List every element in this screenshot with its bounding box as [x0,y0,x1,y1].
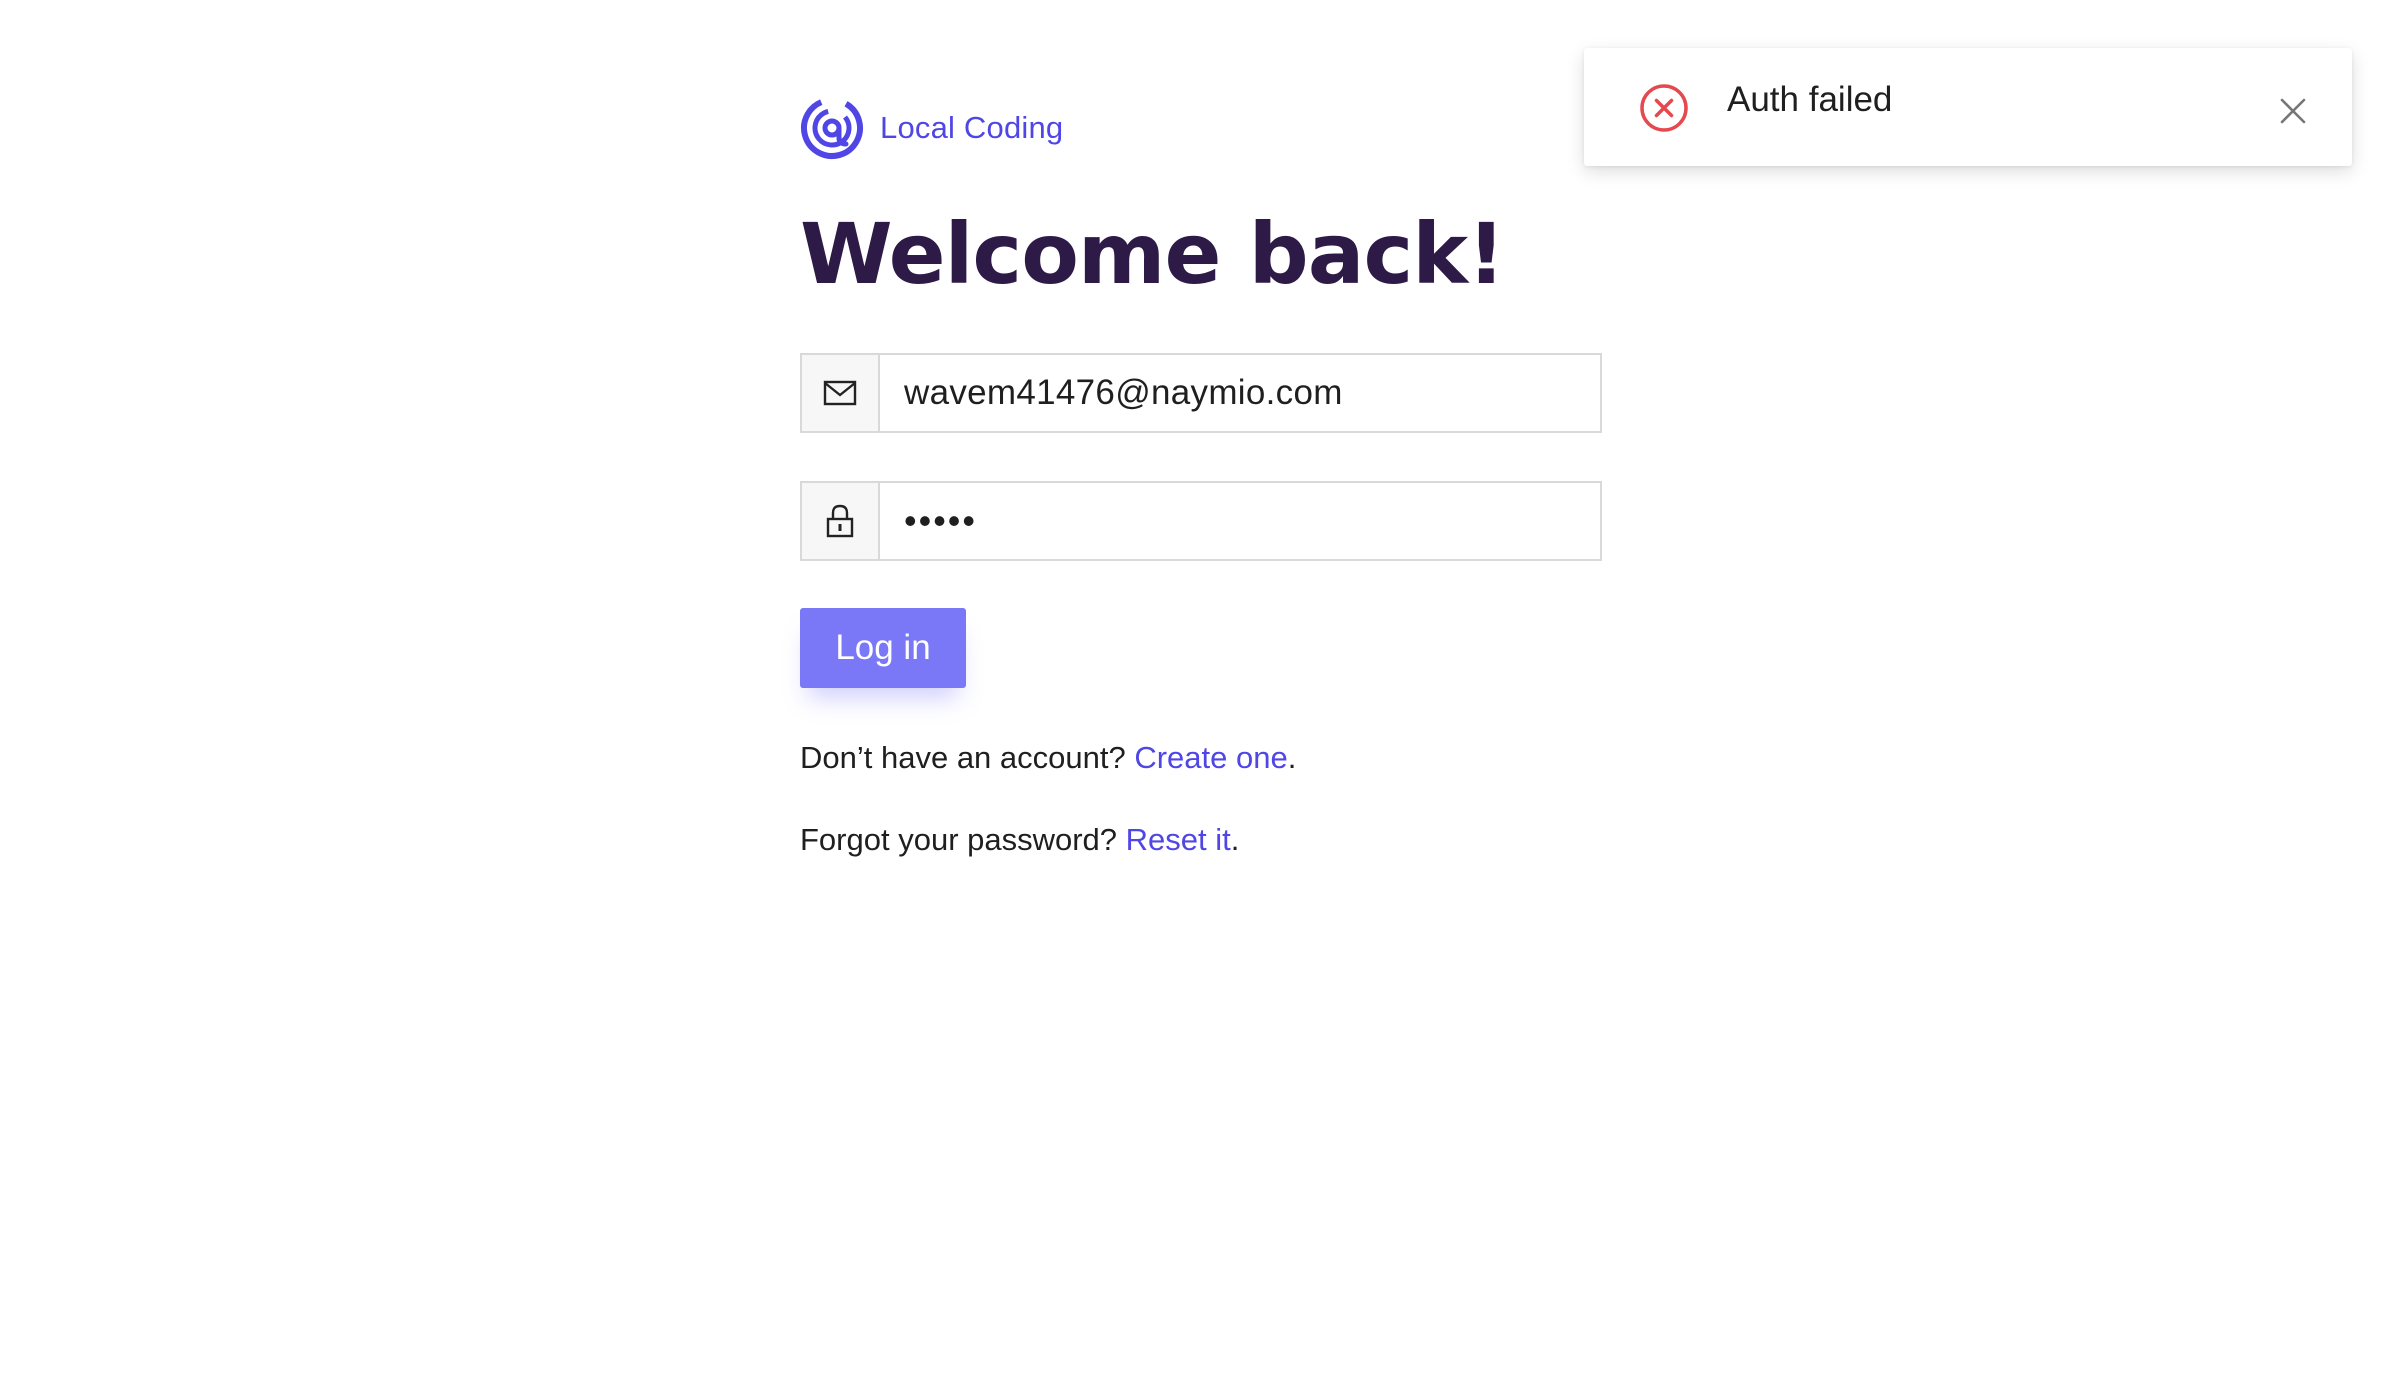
reset-suffix: . [1230,822,1240,857]
page-title: Welcome back! [800,205,1505,303]
signup-prompt: Don’t have an account? [800,740,1135,775]
reset-line: Forgot your password? Reset it. [800,822,1239,858]
target-at-logo-icon [801,97,863,160]
password-field-icon-box [802,483,880,559]
create-account-link[interactable]: Create one [1134,740,1287,775]
login-button[interactable]: Log in [800,608,966,688]
login-page: Local Coding Welcome back! ••••• [0,0,2400,1396]
password-input[interactable]: ••••• [880,483,1600,559]
error-toast: Auth failed [1584,48,2352,166]
signup-suffix: . [1287,740,1297,775]
error-circle-x-icon [1640,84,1688,132]
toast-message: Auth failed [1727,80,1893,119]
signup-line: Don’t have an account? Create one. [800,740,1296,776]
lock-icon [826,504,854,538]
email-field [800,353,1602,433]
reset-password-link[interactable]: Reset it [1126,822,1231,857]
email-input[interactable] [880,355,1600,431]
email-field-icon-box [802,355,880,431]
mail-icon [823,380,857,406]
password-field: ••••• [800,481,1602,561]
login-form: Local Coding Welcome back! ••••• [800,94,1602,857]
reset-prompt: Forgot your password? [800,822,1126,857]
brand-name: Local Coding [880,110,1064,145]
brand[interactable]: Local Coding [800,94,1600,162]
close-icon[interactable] [2278,96,2308,126]
